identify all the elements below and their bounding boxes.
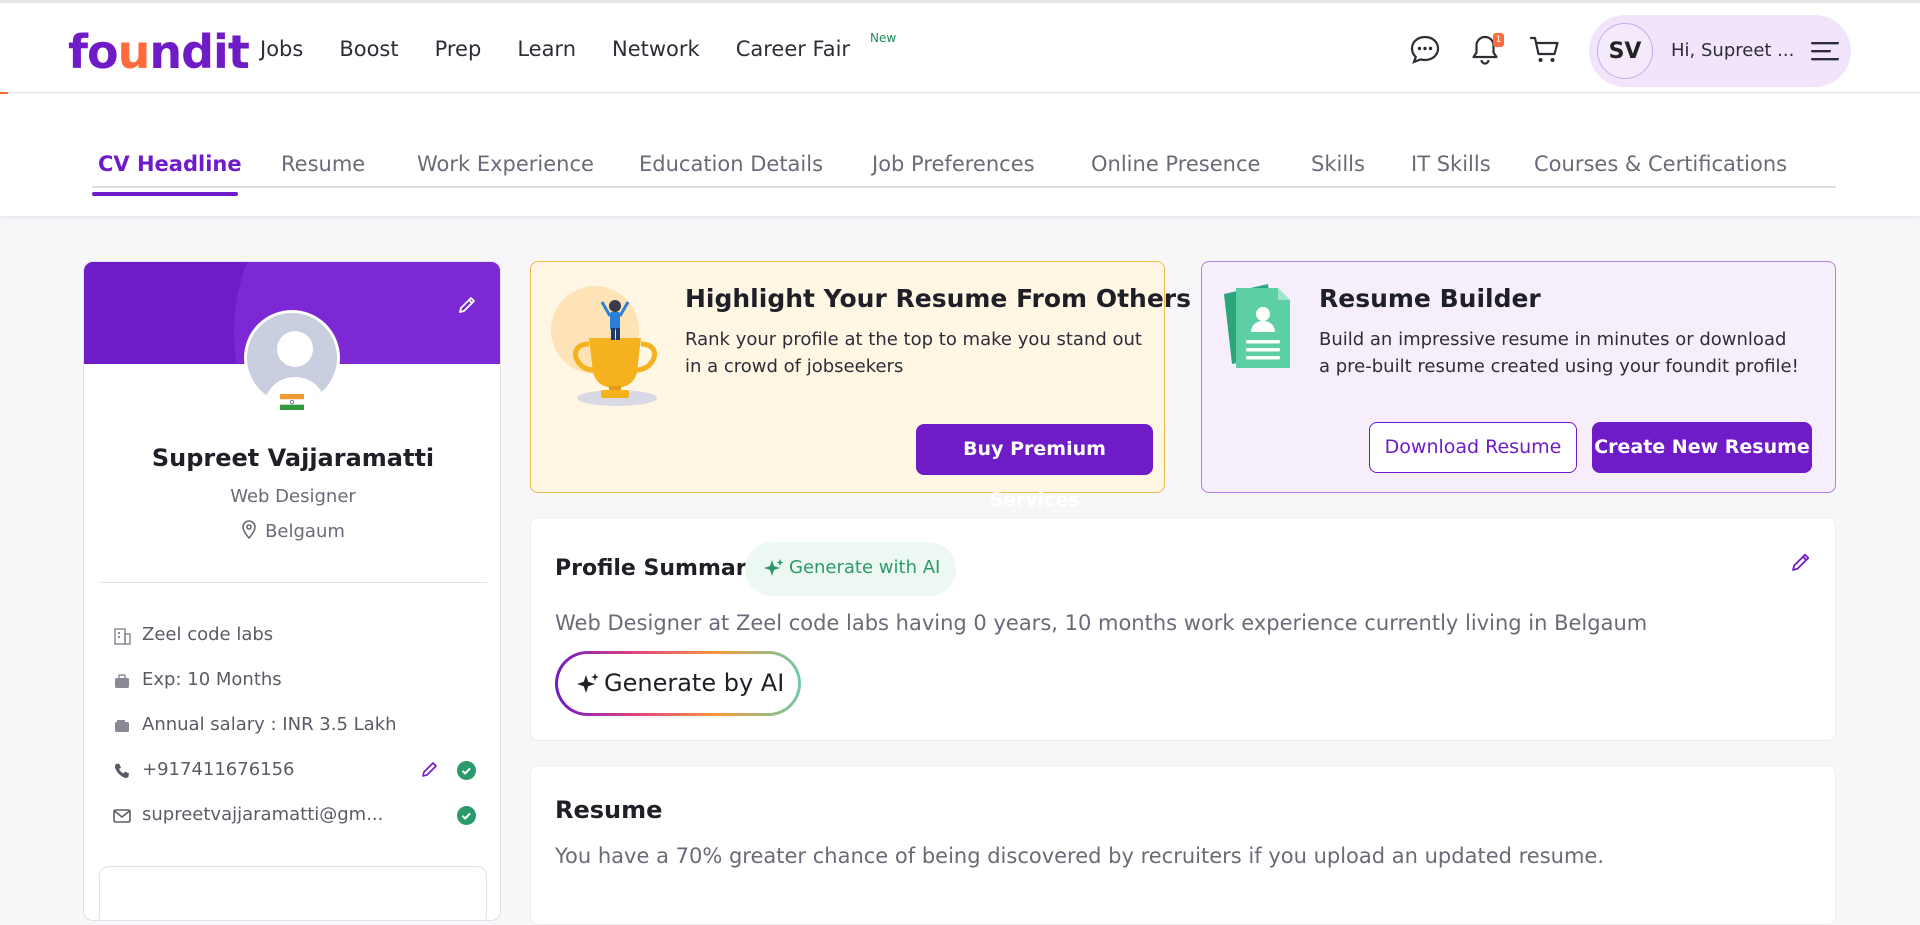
india-flag-icon bbox=[280, 394, 304, 410]
profile-location: Belgaum bbox=[84, 520, 500, 542]
user-menu[interactable]: SV Hi, Supreet ... bbox=[1589, 15, 1851, 87]
user-avatar[interactable]: SV bbox=[1597, 23, 1653, 79]
tabs-row: CV Headline Resume Work Experience Educa… bbox=[92, 152, 1836, 188]
premium-description: Rank your profile at the top to make you… bbox=[685, 329, 1142, 377]
new-badge: New bbox=[870, 31, 897, 45]
nav-career-fair[interactable]: Career Fair bbox=[736, 37, 850, 61]
download-resume-button[interactable]: Download Resume bbox=[1369, 422, 1577, 473]
resume-document-icon bbox=[1224, 284, 1290, 368]
default-avatar-icon bbox=[264, 331, 326, 403]
logo-text-u: u bbox=[117, 25, 151, 79]
logo-text-b: ndit bbox=[149, 25, 249, 79]
tab-work-experience[interactable]: Work Experience bbox=[417, 152, 594, 176]
profile-summary-title: Profile Summary bbox=[555, 556, 761, 581]
logo-text-a: fo bbox=[68, 25, 119, 79]
briefcase-icon bbox=[115, 674, 129, 688]
cart-icon[interactable] bbox=[1528, 33, 1562, 67]
tab-online-presence[interactable]: Online Presence bbox=[1091, 152, 1260, 176]
tab-job-preferences[interactable]: Job Preferences bbox=[872, 152, 1035, 176]
chat-icon[interactable] bbox=[1408, 33, 1442, 67]
profile-role: Web Designer bbox=[230, 486, 356, 507]
tab-skills[interactable]: Skills bbox=[1311, 152, 1365, 176]
tab-resume[interactable]: Resume bbox=[281, 152, 365, 176]
company-text: Zeel code labs bbox=[142, 624, 274, 645]
wallet-icon bbox=[115, 720, 129, 732]
tab-cv-headline[interactable]: CV Headline bbox=[98, 152, 242, 176]
email-row: supreetvajjaramatti@gm... bbox=[112, 804, 492, 828]
phone-text: +917411676156 bbox=[142, 759, 295, 780]
generate-with-ai-chip[interactable]: Generate with AI bbox=[745, 542, 956, 596]
email-text: supreetvajjaramatti@gm... bbox=[142, 804, 384, 825]
hamburger-menu-icon[interactable] bbox=[1811, 39, 1839, 63]
experience-row: Exp: 10 Months bbox=[112, 669, 492, 693]
phone-verified-icon bbox=[457, 761, 476, 780]
edit-phone-icon[interactable] bbox=[420, 759, 440, 779]
sparkle-icon bbox=[764, 559, 784, 576]
nav-jobs[interactable]: Jobs bbox=[260, 37, 303, 61]
salary-row: Annual salary : INR 3.5 Lakh bbox=[112, 714, 492, 738]
profile-summary-text: Web Designer at Zeel code labs having 0 … bbox=[555, 611, 1648, 635]
nav-network[interactable]: Network bbox=[612, 37, 700, 61]
profile-summary-section: Profile Summary Generate with AI Web Des… bbox=[530, 517, 1836, 741]
nav-prep[interactable]: Prep bbox=[435, 37, 482, 61]
profile-card-subsection bbox=[99, 866, 487, 920]
main-nav: Jobs Boost Prep Learn Network Career Fai… bbox=[260, 37, 886, 61]
resume-section-text: You have a 70% greater chance of being d… bbox=[555, 844, 1605, 868]
generate-by-ai-label: Generate by AI bbox=[604, 669, 785, 697]
location-pin-icon bbox=[242, 520, 256, 540]
salary-text: Annual salary : INR 3.5 Lakh bbox=[142, 714, 397, 735]
tab-it-skills[interactable]: IT Skills bbox=[1411, 152, 1491, 176]
mail-icon bbox=[113, 809, 131, 823]
sparkle-icon bbox=[577, 673, 599, 693]
premium-title: Highlight Your Resume From Others bbox=[685, 284, 1191, 313]
building-icon bbox=[114, 628, 131, 645]
generate-by-ai-button[interactable]: Generate by AI bbox=[555, 651, 801, 716]
profile-photo[interactable] bbox=[244, 310, 340, 406]
foundit-logo[interactable]: foundit bbox=[68, 25, 250, 79]
tab-courses-certifications[interactable]: Courses & Certifications bbox=[1534, 152, 1787, 176]
company-row: Zeel code labs bbox=[112, 624, 492, 648]
top-header: foundit Jobs Boost Prep Learn Network Ca… bbox=[0, 0, 1920, 93]
profile-name: Supreet Vajjaramatti bbox=[151, 444, 435, 472]
profile-section-tabs: CV Headline Resume Work Experience Educa… bbox=[0, 94, 1920, 216]
experience-text: Exp: 10 Months bbox=[142, 669, 282, 690]
edit-summary-icon[interactable] bbox=[1789, 550, 1813, 574]
profile-location-text: Belgaum bbox=[265, 521, 345, 542]
nav-learn[interactable]: Learn bbox=[517, 37, 576, 61]
create-new-resume-button[interactable]: Create New Resume bbox=[1592, 422, 1812, 473]
resume-section: Resume You have a 70% greater chance of … bbox=[530, 765, 1836, 925]
nav-boost[interactable]: Boost bbox=[339, 37, 398, 61]
profile-card: Supreet Vajjaramatti Web Designer Belgau… bbox=[83, 261, 501, 921]
phone-icon bbox=[114, 763, 129, 779]
edit-profile-icon[interactable] bbox=[456, 294, 478, 316]
premium-promo-card: Highlight Your Resume From Others Rank y… bbox=[530, 261, 1191, 511]
active-tab-underline bbox=[92, 192, 238, 196]
resume-builder-description: Build an impressive resume in minutes or… bbox=[1319, 329, 1799, 377]
resume-builder-title: Resume Builder bbox=[1319, 284, 1541, 313]
email-verified-icon bbox=[457, 806, 476, 825]
generate-with-ai-label: Generate with AI bbox=[789, 557, 941, 578]
divider bbox=[99, 582, 487, 583]
notification-badge: 1 bbox=[1493, 33, 1504, 47]
user-greeting[interactable]: Hi, Supreet ... bbox=[1671, 40, 1794, 61]
buy-premium-button[interactable]: Buy Premium Services bbox=[916, 424, 1153, 511]
resume-builder-card: Resume Builder Build an impressive resum… bbox=[1201, 261, 1836, 493]
resume-section-title: Resume bbox=[555, 796, 663, 824]
trophy-illustration bbox=[551, 286, 657, 406]
tab-education-details[interactable]: Education Details bbox=[639, 152, 823, 176]
